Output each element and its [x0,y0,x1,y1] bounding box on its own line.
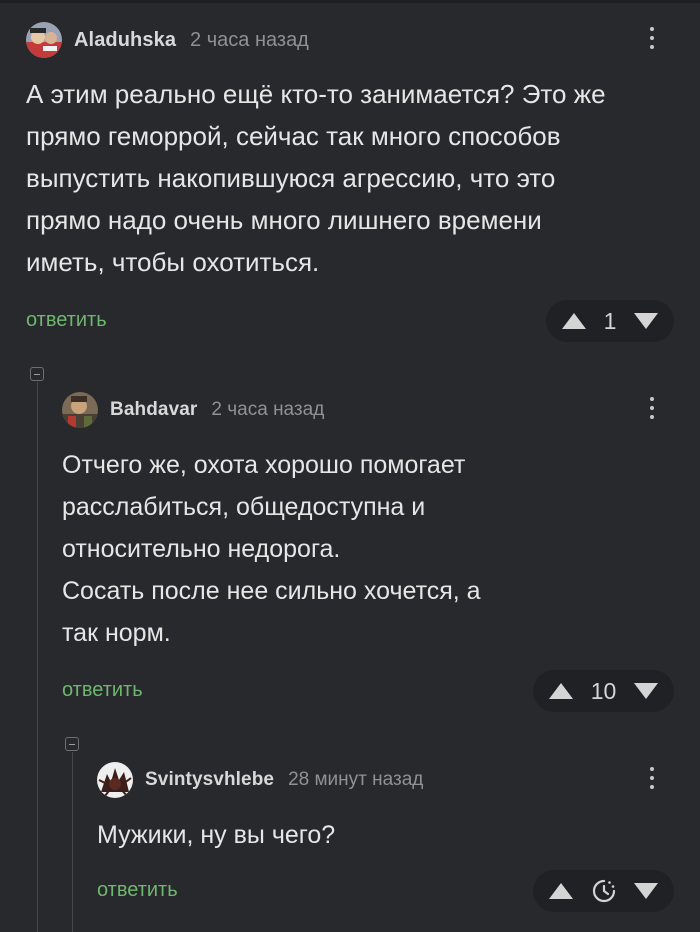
comment-text: Отчего же, охота хорошо помогает расслаб… [62,444,481,654]
author-name[interactable]: Svintysvhlebe [145,769,274,791]
comment-line: прямо геморрой, сейчас так много способо… [26,121,561,151]
timestamp[interactable]: 2 часа назад [190,29,309,52]
author-name[interactable]: Bahdavar [110,399,197,421]
avatar[interactable] [62,392,98,428]
comment-line: относительно недорога. [62,535,341,563]
collapse-thread-icon[interactable] [30,367,44,381]
top-divider [0,0,700,3]
comment-header: Svintysvhlebe 28 минут назад [97,762,423,798]
avatar[interactable] [26,22,62,58]
reply-link[interactable]: ответить [62,679,143,702]
timestamp[interactable]: 2 часа назад [211,399,324,421]
comment-line: выпустить накопившуюся агрессию, что это [26,163,556,193]
more-vertical-icon[interactable] [649,767,655,789]
score: 1 [603,307,617,334]
vote-control: 10 [533,670,674,712]
comment-line: иметь, чтобы охотиться. [26,247,320,277]
author-name[interactable]: Aladuhska [74,29,176,52]
score: 10 [590,677,617,704]
comment-text: А этим реально ещё кто-то занимается? Эт… [26,73,606,283]
comment-header: Bahdavar 2 часа назад [62,392,324,428]
more-vertical-icon[interactable] [649,27,655,49]
upvote-icon[interactable] [549,883,573,899]
thread-line [72,752,73,932]
reply-link[interactable]: ответить [26,309,107,332]
downvote-icon[interactable] [633,313,658,329]
comment-line: расслабиться, общедоступна и [62,493,426,521]
comment-line: Мужики, ну вы чего? [97,821,336,849]
comment-text: Мужики, ну вы чего? [97,814,335,856]
clock-hidden-rating-icon [592,879,615,903]
reply-link[interactable]: ответить [97,879,178,902]
thread-line [37,382,38,932]
timestamp[interactable]: 28 минут назад [288,769,423,791]
vote-control: 1 [546,300,674,342]
comment-line: А этим реально ещё кто-то занимается? Эт… [26,79,606,109]
collapse-thread-icon[interactable] [65,737,79,751]
comment-line: так норм. [62,619,171,647]
upvote-icon[interactable] [549,683,573,699]
comment-header: Aladuhska 2 часа назад [26,22,309,58]
upvote-icon[interactable] [562,313,586,329]
vote-control [533,870,674,912]
comment-line: Сосать после нее сильно хочется, а [62,577,481,605]
avatar[interactable] [97,762,133,798]
more-vertical-icon[interactable] [649,397,655,419]
comment-line: Отчего же, охота хорошо помогает [62,451,466,479]
downvote-icon[interactable] [634,883,658,899]
downvote-icon[interactable] [634,683,658,699]
comment-line: прямо надо очень много лишнего времени [26,205,542,235]
